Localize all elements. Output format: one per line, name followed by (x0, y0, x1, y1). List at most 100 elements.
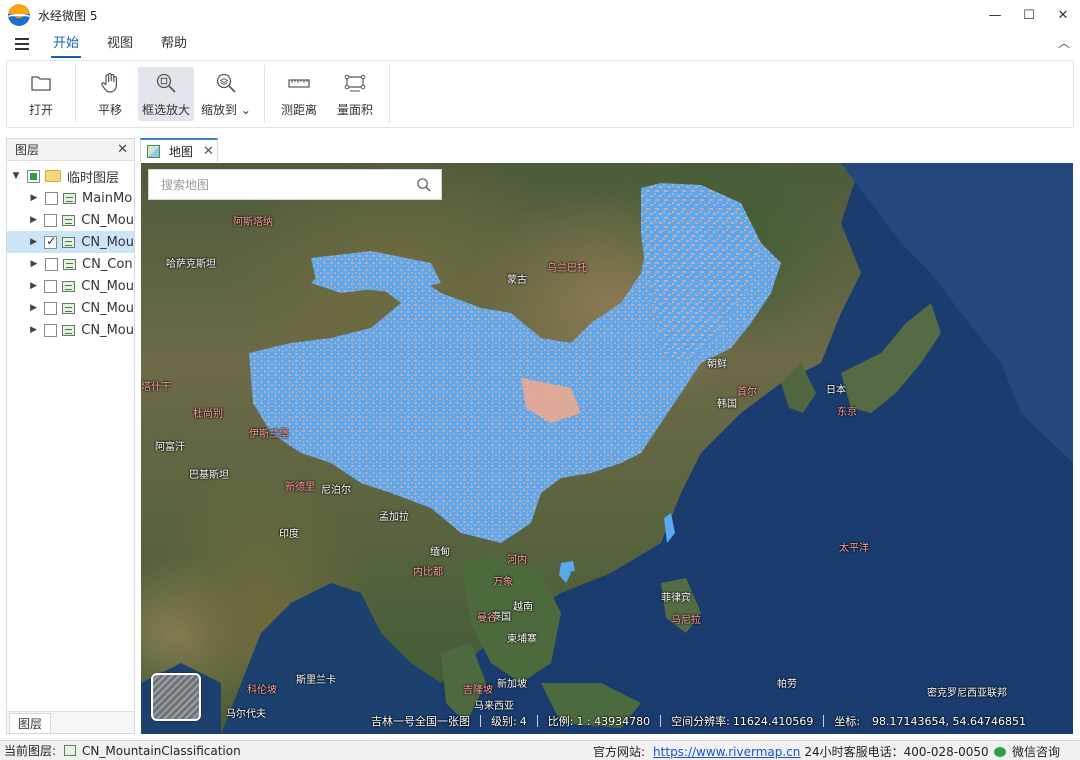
basemap-source: 吉林一号全国一张图 (371, 715, 470, 728)
expand-icon[interactable]: ▶ (29, 259, 39, 269)
measure-area-label: 量面积 (336, 102, 373, 117)
map-tab-label: 地图 (169, 144, 194, 159)
map-label: 密克罗尼西亚联邦 (927, 688, 1007, 699)
layers-panel-title: 图层 (15, 143, 40, 157)
ribbon-group-navigate: 平移 框选放大 缩放到 ⌄ (76, 65, 265, 123)
layer-checkbox[interactable] (44, 323, 58, 337)
pan-label: 平移 (97, 102, 122, 117)
map-label: 帕劳 (777, 679, 797, 690)
website-link[interactable]: https://www.rivermap.cn (653, 745, 800, 759)
coordinate-lat: 54.64746851 (952, 714, 1027, 728)
layer-checkbox[interactable] (45, 257, 58, 271)
measure-area-button[interactable]: 量面积 (327, 67, 383, 121)
coordinate-separator: , (945, 714, 953, 728)
current-layer-name: CN_MountainClassification (82, 743, 241, 758)
expand-icon[interactable]: ▶ (29, 237, 38, 247)
map-label: 塔什干 (141, 382, 171, 393)
folder-open-icon (31, 75, 51, 91)
expand-icon[interactable]: ▶ (29, 303, 38, 313)
tab-map[interactable]: 地图 ✕ (140, 138, 218, 162)
layer-group-checkbox[interactable] (27, 169, 40, 183)
map-label: 日本 (826, 385, 846, 396)
layer-label: CN_Mou (81, 278, 134, 294)
expand-icon[interactable]: ▶ (29, 325, 38, 335)
map-label: 阿斯塔纳 (233, 217, 273, 228)
zoom-to-button[interactable]: 缩放到 ⌄ (194, 67, 258, 121)
hand-pan-icon (101, 72, 117, 93)
layer-checkbox[interactable] (44, 279, 58, 293)
open-button[interactable]: 打开 (13, 67, 69, 121)
layer-checkbox[interactable] (45, 191, 58, 205)
coordinate-label: 坐标: (834, 715, 861, 728)
search-icon[interactable] (416, 177, 431, 192)
title-bar: 水经微图 5 — ☐ ✕ (0, 0, 1080, 30)
map-label: 马来西亚 (474, 701, 514, 712)
zoom-box-button[interactable]: 框选放大 (138, 67, 194, 121)
layer-label: CN_Mou (81, 212, 134, 228)
map-label: 尼泊尔 (321, 485, 351, 496)
layer-group-temp[interactable]: ▼ 临时图层 (7, 165, 134, 187)
ribbon-group-measure: 测距离 量面积 (265, 65, 390, 123)
map-label: 新德里 (285, 482, 315, 493)
layer-item[interactable]: ▶ MainMo (7, 187, 134, 209)
layer-label: CN_Mou (81, 234, 134, 250)
area-measure-icon (344, 74, 366, 91)
ribbon-tabs: 开始 视图 帮助 ︿ (0, 30, 1080, 58)
website-info: 官方网站: https://www.rivermap.cn 24小时客服电话：4… (593, 743, 989, 760)
tab-layers[interactable]: 图层 (9, 713, 52, 733)
map-label: 缅甸 (430, 547, 450, 558)
map-label: 柬埔寨 (507, 634, 537, 645)
window-controls: — ☐ ✕ (978, 0, 1080, 30)
close-icon[interactable]: ✕ (203, 144, 214, 159)
close-icon[interactable]: ✕ (117, 142, 128, 157)
map-label: 印度 (279, 529, 299, 540)
expand-icon[interactable]: ▶ (29, 281, 38, 291)
website-label: 官方网站: (593, 745, 646, 759)
layer-label: CN_Con (82, 256, 133, 272)
hamburger-menu-icon[interactable] (15, 38, 31, 50)
scale-label: 比例: (547, 715, 574, 728)
zoom-level-label: 级别: (491, 715, 517, 728)
minimize-button[interactable]: — (978, 0, 1012, 30)
zoom-to-label: 缩放到 ⌄ (201, 102, 251, 117)
layer-item[interactable]: ▶ CN_Con (7, 253, 134, 275)
pan-button[interactable]: 平移 (82, 67, 138, 121)
map-search (148, 169, 442, 200)
layer-checkbox[interactable] (44, 213, 58, 227)
search-input[interactable] (161, 177, 411, 192)
measure-distance-button[interactable]: 测距离 (271, 67, 327, 121)
layer-item[interactable]: ▶ CN_Mou (7, 275, 134, 297)
expand-icon[interactable]: ▼ (11, 171, 21, 181)
expand-icon[interactable]: ▶ (29, 215, 38, 225)
layer-item[interactable]: ▶ CN_Mou (7, 297, 134, 319)
tab-home[interactable]: 开始 (50, 30, 82, 58)
tab-help[interactable]: 帮助 (161, 30, 187, 58)
layer-checkbox[interactable] (44, 301, 58, 315)
layer-tree: ▼ 临时图层 ▶ MainMo ▶ CN_Mou ▶ CN_Mou ▶ (7, 161, 134, 341)
layer-item[interactable]: ▶ CN_Mou (7, 209, 134, 231)
map-label: 马尼拉 (671, 615, 701, 626)
close-button[interactable]: ✕ (1046, 0, 1080, 30)
maximize-button[interactable]: ☐ (1012, 0, 1046, 30)
collapse-ribbon-button[interactable]: ︿ (1058, 34, 1070, 51)
layer-item-selected[interactable]: ▶ CN_Mou (7, 231, 134, 253)
map-label: 伊斯兰堡 (249, 429, 289, 440)
map-label: 曼谷 (477, 613, 497, 624)
map-label: 巴基斯坦 (189, 470, 229, 481)
measure-distance-label: 测距离 (280, 102, 317, 117)
layer-label: MainMo (82, 190, 133, 206)
layer-label: CN_Mou (81, 300, 134, 316)
layer-checkbox[interactable] (44, 234, 58, 249)
tab-view[interactable]: 视图 (107, 30, 133, 58)
basemap-switcher[interactable] (151, 673, 201, 721)
map-label: 斯里兰卡 (296, 675, 336, 686)
wechat-consult-button[interactable]: 微信咨询 (993, 743, 1060, 760)
layer-item[interactable]: ▶ CN_Mou (7, 319, 134, 341)
chevron-down-icon[interactable]: ⌄ (241, 103, 251, 117)
app-logo-icon (8, 4, 30, 26)
map-label: 越南 (513, 602, 533, 613)
expand-icon[interactable]: ▶ (29, 193, 39, 203)
coordinate-lon: 98.17143654 (872, 714, 946, 728)
map-label: 科伦坡 (247, 685, 277, 696)
map-view[interactable]: 阿斯塔纳 哈萨克斯坦 蒙古 乌兰巴托 朝鲜 韩国 日本 首尔 东京 塔什干 杜尚… (141, 163, 1073, 734)
